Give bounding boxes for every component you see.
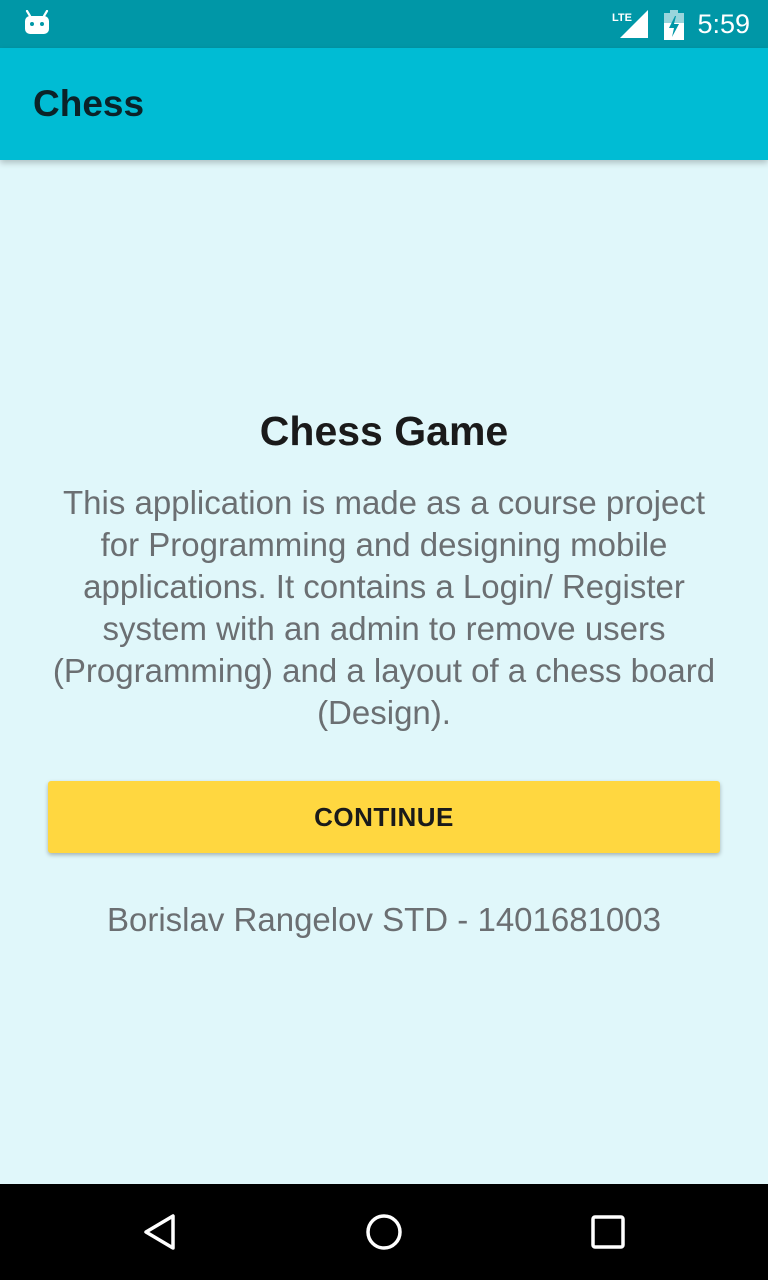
- battery-charging-icon: [664, 10, 684, 40]
- home-icon: [366, 1214, 402, 1250]
- home-button[interactable]: [354, 1202, 414, 1262]
- back-button[interactable]: [130, 1202, 190, 1262]
- recents-button[interactable]: [578, 1202, 638, 1262]
- back-icon: [144, 1214, 175, 1250]
- page-heading: Chess Game: [259, 408, 509, 454]
- continue-button[interactable]: CONTINUE: [48, 781, 720, 853]
- description-text: This application is made as a course pro…: [52, 484, 716, 731]
- author-text: Borislav Rangelov STD - 1401681003: [107, 901, 661, 938]
- recents-icon: [591, 1215, 625, 1249]
- app-bar: Chess: [0, 48, 768, 160]
- navigation-bar: [0, 1184, 768, 1280]
- svg-text:LTE: LTE: [612, 12, 632, 24]
- status-time: 5:59: [697, 9, 750, 39]
- android-debug-icon: [25, 10, 49, 34]
- lte-signal-icon: LTE: [612, 10, 648, 38]
- status-bar: LTE 5:59: [0, 0, 768, 48]
- screen: LTE 5:59 Chess Chess Game This applicati…: [0, 0, 768, 1280]
- main-content: Chess Game This application is made as a…: [0, 160, 768, 1184]
- app-title: Chess: [33, 83, 145, 124]
